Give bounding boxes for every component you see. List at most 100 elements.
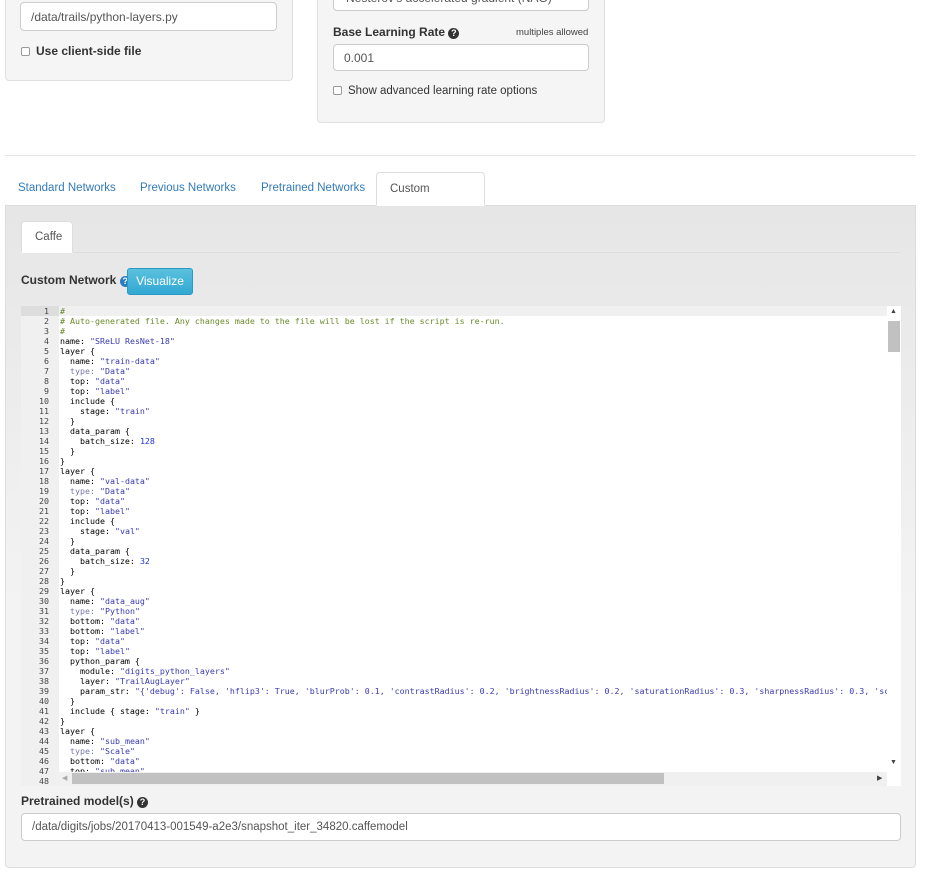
tab-previous-networks[interactable]: Previous Networks — [127, 172, 249, 206]
line-number: 12 — [39, 416, 49, 426]
checkbox[interactable] — [21, 47, 30, 56]
tab-standard-networks[interactable]: Standard Networks — [5, 172, 129, 206]
code-line: # — [59, 306, 887, 316]
vertical-scrollbar[interactable]: ▲ ▼ — [887, 306, 901, 772]
line-number: 37 — [39, 666, 49, 676]
line-number: 28 — [39, 576, 49, 586]
tab-custom-network[interactable]: Custom Network — [376, 172, 485, 227]
code-line: layer { — [60, 466, 95, 476]
code-line: data_param { — [60, 546, 130, 556]
code-line: name: "train-data" — [60, 356, 160, 366]
code-line: } — [60, 536, 75, 546]
code-line: # Auto-generated file. Any changes made … — [60, 316, 505, 326]
code-line: bottom: "data" — [60, 616, 140, 626]
custom-network-label: Custom Network ? — [21, 273, 131, 287]
code-line: type: "Python" — [70, 606, 140, 616]
line-number: 9 — [44, 386, 49, 396]
tab-caffe[interactable]: Caffe — [21, 221, 73, 253]
line-number: 29 — [39, 586, 49, 596]
code-line: top: "data" — [60, 636, 125, 646]
code-line: stage: "train" — [60, 406, 150, 416]
scroll-up-icon[interactable]: ▲ — [890, 308, 897, 315]
line-number: 3 — [44, 326, 49, 336]
scroll-down-icon[interactable]: ▼ — [890, 759, 897, 766]
code-line: } — [60, 456, 65, 466]
code-line: bottom: "label" — [60, 626, 145, 636]
line-number: 47 — [39, 766, 49, 776]
line-number: 33 — [39, 626, 49, 636]
line-number: 38 — [39, 676, 49, 686]
code-line: } — [60, 446, 75, 456]
scrollbar-thumb[interactable] — [72, 773, 664, 784]
framework-tab-line — [21, 252, 900, 253]
advanced-lr-label: Show advanced learning rate options — [348, 85, 538, 97]
lr-input[interactable]: 0.001 — [333, 44, 589, 71]
line-number: 16 — [39, 456, 49, 466]
solver-select[interactable]: Nesterov's accelerated gradient (NAG) — [333, 0, 589, 11]
pretrained-label: Pretrained model(s) ? — [21, 794, 149, 808]
code-line: name: "sub_mean" — [60, 736, 150, 746]
line-number: 43 — [39, 726, 49, 736]
code-line: layer { — [60, 346, 95, 356]
line-number: 46 — [39, 756, 49, 766]
line-number: 11 — [39, 406, 49, 416]
line-number: 27 — [39, 566, 49, 576]
horizontal-scrollbar[interactable]: ◀ ▶ — [59, 772, 887, 786]
code-line: name: "data_aug" — [60, 596, 150, 606]
line-number: 34 — [39, 636, 49, 646]
line-number: 10 — [39, 396, 49, 406]
visualize-button[interactable]: Visualize — [127, 268, 193, 295]
help-icon[interactable]: ? — [448, 28, 460, 39]
code-line: name: "val-data" — [60, 476, 150, 486]
scrollbar-thumb[interactable] — [888, 321, 900, 352]
line-number: 7 — [44, 366, 49, 376]
divider — [5, 155, 916, 156]
line-number: 48 — [39, 776, 49, 786]
code-line: top: "label" — [60, 646, 130, 656]
lr-hint: multiples allowed — [516, 27, 589, 38]
line-number: 8 — [44, 376, 49, 386]
line-number: 4 — [44, 336, 49, 346]
lr-label: Base Learning Rate ? — [333, 25, 460, 39]
line-number: 21 — [39, 506, 49, 516]
pretrained-model-input[interactable]: /data/digits/jobs/20170413-001549-a2e3/s… — [21, 813, 901, 841]
line-number: 2 — [44, 316, 49, 326]
line-number: 40 — [39, 696, 49, 706]
python-layers-path-input[interactable]: /data/trails/python-layers.py — [20, 2, 277, 31]
use-client-side-label: Use client-side file — [36, 44, 142, 58]
code-line: } — [60, 416, 75, 426]
line-number: 14 — [39, 436, 49, 446]
line-number: 5 — [44, 346, 49, 356]
line-number: 1 — [21, 306, 59, 316]
line-number: 24 — [39, 536, 49, 546]
scroll-right-icon[interactable]: ▶ — [877, 774, 882, 782]
line-number: 17 — [39, 466, 49, 476]
line-number: 18 — [39, 476, 49, 486]
line-number: 20 — [39, 496, 49, 506]
line-number: 31 — [39, 606, 49, 616]
line-number: 23 — [39, 526, 49, 536]
advanced-lr-checkbox[interactable]: Show advanced learning rate options — [333, 85, 537, 97]
code-editor[interactable]: 1 2 3 4 5 6 7 8 9 10 11 12 13 14 15 16 17 18 19 20 21 22 23 24 2… — [21, 306, 901, 786]
code-line: stage: "val" — [60, 526, 140, 536]
line-number: 41 — [39, 706, 49, 716]
code-line: layer: "TrailAugLayer" — [60, 676, 190, 686]
code-line: bottom: "data" — [60, 756, 140, 766]
code-line: } — [60, 696, 75, 706]
code-content[interactable]: # # Auto-generated file. Any changes made… — [59, 306, 887, 772]
code-line: top: "label" — [60, 506, 130, 516]
line-number: 15 — [39, 446, 49, 456]
code-line: top: "data" — [60, 496, 125, 506]
help-icon[interactable]: ? — [137, 797, 149, 808]
code-line: } — [60, 576, 65, 586]
code-line: include { — [60, 516, 115, 526]
tab-pretrained-networks[interactable]: Pretrained Networks — [248, 172, 378, 206]
line-number: 44 — [39, 736, 49, 746]
line-number: 45 — [39, 746, 49, 756]
checkbox[interactable] — [333, 86, 342, 95]
use-client-side-checkbox[interactable]: Use client-side file — [21, 44, 141, 58]
code-line: batch_size: 32 — [60, 556, 150, 566]
line-number: 30 — [39, 596, 49, 606]
line-number: 35 — [39, 646, 49, 656]
scroll-left-icon[interactable]: ◀ — [62, 774, 67, 782]
